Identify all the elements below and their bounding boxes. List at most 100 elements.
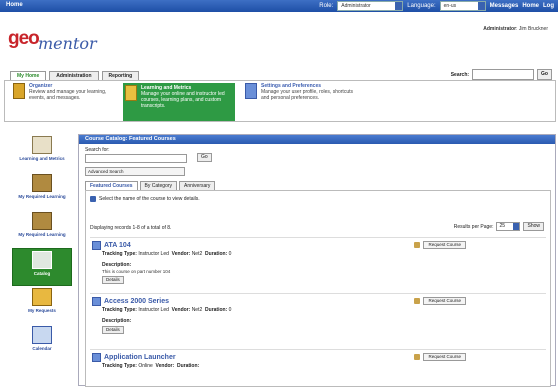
request-icon bbox=[414, 298, 421, 304]
panel-header: Course Catalog: Featured Courses bbox=[79, 135, 555, 144]
search-for-label: Search for: bbox=[85, 147, 110, 153]
course-title-link[interactable]: Access 2000 Series bbox=[92, 297, 169, 306]
tab-anniversary[interactable]: Anniversary bbox=[179, 181, 216, 190]
catalog-search-input[interactable] bbox=[85, 154, 187, 163]
course-title-link[interactable]: Application Launcher bbox=[92, 353, 176, 362]
geomentor-logo: geo mentor bbox=[8, 28, 97, 53]
vendor-label: Vendor: bbox=[171, 251, 191, 257]
home-link-right[interactable]: Home bbox=[522, 3, 539, 9]
logout-link[interactable]: Log bbox=[543, 3, 554, 9]
quick-links-band: Organizer Review and manage your learning… bbox=[4, 80, 556, 122]
catalog-content: Select the name of the course to view de… bbox=[85, 190, 551, 387]
role-select[interactable]: Administrator bbox=[337, 1, 404, 11]
catalog-go-button[interactable]: Go bbox=[197, 153, 212, 162]
duration-label: Duration: bbox=[205, 251, 228, 257]
details-button[interactable]: Details bbox=[102, 326, 124, 334]
sidebar-item-learning[interactable]: Learning and Metrics bbox=[12, 136, 72, 172]
tracking-label: Tracking Type: bbox=[102, 251, 137, 257]
learner-icon bbox=[32, 174, 52, 192]
top-bar-controls: Role: Administrator Language: en-us Mess… bbox=[319, 1, 554, 11]
language-select[interactable]: en-us bbox=[439, 1, 486, 11]
info-message: Select the name of the course to view de… bbox=[90, 196, 200, 202]
search-label: Search: bbox=[450, 71, 470, 78]
request-course: Request Course bbox=[414, 297, 466, 305]
search-input[interactable] bbox=[472, 69, 535, 80]
sidebar-label: My Required Learning bbox=[18, 232, 66, 237]
learning-icon bbox=[125, 85, 137, 101]
info-text: Select the name of the course to view de… bbox=[99, 196, 200, 202]
chevron-down-icon bbox=[395, 2, 403, 10]
sidebar-label: Calendar bbox=[32, 346, 52, 351]
chevron-down-icon bbox=[513, 223, 520, 230]
organizer-item[interactable]: Organizer Review and manage your learning… bbox=[13, 83, 109, 117]
duration-label: Duration: bbox=[205, 307, 228, 313]
request-icon bbox=[414, 242, 421, 248]
settings-desc: Manage your user profile, roles, shortcu… bbox=[261, 89, 353, 101]
chevron-down-icon bbox=[477, 2, 485, 10]
learning-desc: Manage your online and instructor led co… bbox=[141, 91, 225, 109]
tab-by-category[interactable]: By Category bbox=[139, 181, 178, 190]
sidebar-item-required-2[interactable]: My Required Learning bbox=[12, 212, 72, 248]
request-course-button[interactable]: Request Course bbox=[423, 241, 466, 249]
learning-metrics-item[interactable]: Learning and Metrics Manage your online a… bbox=[123, 83, 235, 121]
search-go-button[interactable]: Go bbox=[537, 69, 552, 80]
global-search: Search: Go bbox=[451, 69, 552, 80]
course-title: ATA 104 bbox=[104, 242, 131, 249]
home-link[interactable]: Home bbox=[6, 2, 23, 8]
course-title: Application Launcher bbox=[104, 354, 176, 361]
sidebar-label: Learning and Metrics bbox=[19, 156, 65, 161]
top-bar: Home Role: Administrator Language: en-us… bbox=[0, 0, 558, 12]
record-count: Displaying records 1-8 of a total of 8. bbox=[90, 225, 172, 231]
role-label: Role: bbox=[319, 3, 334, 9]
request-course: Request Course bbox=[414, 353, 466, 361]
sidebar-item-requests[interactable]: My Requests bbox=[12, 288, 72, 324]
user-name: Jim Bruckner bbox=[518, 26, 548, 32]
vendor-value: Net2 bbox=[191, 251, 203, 257]
course-title: Access 2000 Series bbox=[104, 298, 169, 305]
request-course-button[interactable]: Request Course bbox=[423, 297, 466, 305]
messages-link[interactable]: Messages bbox=[490, 3, 519, 9]
sidebar-item-required-1[interactable]: My Required Learning bbox=[12, 174, 72, 210]
course-item: Application Launcher Tracking Type: Onli… bbox=[90, 349, 546, 386]
organizer-desc: Review and manage your learning, events,… bbox=[29, 89, 107, 101]
duration-value: 0 bbox=[228, 307, 232, 313]
advanced-search-button[interactable]: Advanced Search bbox=[85, 167, 185, 176]
settings-item[interactable]: Settings and Preferences Manage your user… bbox=[245, 83, 355, 117]
vendor-value: Net2 bbox=[191, 307, 203, 313]
rpp-select[interactable]: 25 bbox=[496, 222, 521, 231]
organizer-icon bbox=[13, 83, 25, 99]
course-icon bbox=[92, 241, 101, 250]
calendar-icon bbox=[32, 326, 52, 344]
request-course-button[interactable]: Request Course bbox=[423, 353, 466, 361]
tab-featured-courses[interactable]: Featured Courses bbox=[85, 181, 138, 190]
results-per-page: Results per Page: 25 Show bbox=[454, 222, 544, 231]
settings-icon bbox=[245, 83, 257, 99]
course-meta: Tracking Type: Online Vendor: Duration: bbox=[102, 363, 199, 369]
sidebar-item-calendar[interactable]: Calendar bbox=[12, 326, 72, 362]
course-meta: Tracking Type: Instructor Led Vendor: Ne… bbox=[102, 307, 231, 313]
request-course: Request Course bbox=[414, 241, 466, 249]
tracking-value: Online bbox=[138, 363, 153, 369]
show-button[interactable]: Show bbox=[523, 222, 544, 231]
course-meta: Tracking Type: Instructor Led Vendor: Ne… bbox=[102, 251, 231, 257]
sidebar-label: My Required Learning bbox=[18, 194, 66, 199]
requests-icon bbox=[32, 288, 52, 306]
vendor-label: Vendor: bbox=[155, 363, 175, 369]
course-title-link[interactable]: ATA 104 bbox=[92, 241, 131, 250]
catalog-search: Search for: Go bbox=[85, 147, 212, 163]
logo-mentor: mentor bbox=[38, 34, 97, 53]
sidebar-label: My Requests bbox=[28, 308, 56, 313]
language-value: en-us bbox=[443, 3, 457, 9]
sidebar-item-catalog[interactable]: Catalog bbox=[12, 248, 72, 286]
user-info: Administrator: Jim Bruckner bbox=[483, 26, 548, 32]
vendor-label: Vendor: bbox=[171, 307, 191, 313]
duration-label: Duration: bbox=[176, 363, 200, 369]
course-icon bbox=[92, 297, 101, 306]
learner-icon bbox=[32, 212, 52, 230]
details-button[interactable]: Details bbox=[102, 276, 124, 284]
duration-value: 0 bbox=[228, 251, 232, 257]
tracking-value: Instructor Led bbox=[138, 307, 169, 313]
left-sidebar: Learning and Metrics My Required Learnin… bbox=[12, 134, 72, 362]
language-label: Language: bbox=[407, 3, 436, 9]
description-label: Description: bbox=[102, 318, 132, 324]
